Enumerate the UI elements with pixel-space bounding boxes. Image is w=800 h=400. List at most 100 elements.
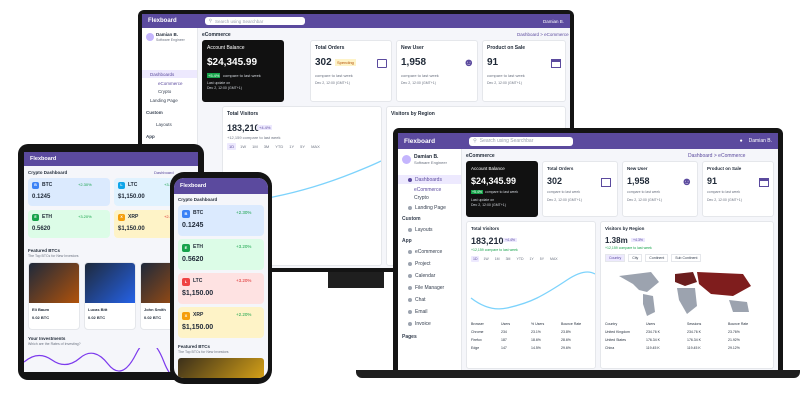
table-cell: 119.45 K <box>646 346 660 350</box>
sidebar-item-project[interactable]: Project <box>398 259 461 268</box>
breadcrumb[interactable]: Dashboard > eCommerce <box>517 32 569 37</box>
table-cell: 187 <box>501 338 507 342</box>
layouts-icon <box>408 227 412 232</box>
region-tab-sub-continent[interactable]: Sub Continent <box>671 254 702 262</box>
sidebar-item-landing[interactable]: Landing Page <box>142 96 197 104</box>
world-map <box>619 272 751 316</box>
brand-logo: Flexboard <box>404 137 436 145</box>
breadcrumb[interactable]: Dashboard <box>154 170 174 175</box>
sidebar-item-invoice[interactable]: Invoice <box>398 319 461 328</box>
coin-card-ltc[interactable]: LLTC +3.20% $1,150.00 <box>178 273 264 304</box>
coin-icon: L <box>118 182 125 189</box>
table-row: United Kingdom 234.76 K 234.76 K 23.76% <box>601 330 773 334</box>
project-icon <box>408 261 412 266</box>
table-cell: 14.5% <box>531 346 541 350</box>
range-tab-1w[interactable]: 1W <box>238 143 248 150</box>
table-cell: 28.6% <box>561 338 571 342</box>
email-icon <box>408 309 412 314</box>
sidebar-item-dashboards[interactable]: Dashboards <box>398 175 461 184</box>
range-tab-5y[interactable]: 5Y <box>538 256 546 262</box>
avatar <box>402 155 411 164</box>
range-tab-ytd[interactable]: YTD <box>273 143 285 150</box>
range-tab-3m[interactable]: 3M <box>262 143 272 150</box>
range-tab-1d[interactable]: 1D <box>227 143 237 150</box>
range-tab-max[interactable]: MAX <box>309 143 322 150</box>
coin-symbol: BTC <box>193 210 204 216</box>
region-tab-city[interactable]: City <box>628 254 643 262</box>
range-tab-1y[interactable]: 1Y <box>527 256 535 262</box>
account-balance-card: Account Balance $24,345.99 +5.4% compare… <box>202 40 284 102</box>
total-orders-card: Total Orders 302 Spending compare to las… <box>310 40 392 102</box>
brand-logo: Flexboard <box>180 183 207 189</box>
landing-icon <box>408 205 412 210</box>
coin-card-eth[interactable]: E ETH +3.20% 0.5620 <box>28 210 110 238</box>
table-cell: 176.34 K <box>687 338 702 342</box>
coin-card-eth[interactable]: E ETH +3.20% 0.5620 <box>178 239 264 270</box>
range-tab-1m[interactable]: 1M <box>493 256 502 262</box>
table-header-cell: Users <box>501 322 511 326</box>
sidebar-item-ecommerce-app[interactable]: eCommerce <box>398 247 461 256</box>
range-tab-1w[interactable]: 1W <box>481 256 490 262</box>
sidebar-item-crypto[interactable]: Crypto <box>398 194 461 201</box>
coin-symbol: LTC <box>193 278 203 284</box>
search-input[interactable]: ⚲ Search using Searchbar <box>204 17 305 25</box>
sidebar-item-email[interactable]: Email <box>398 307 461 316</box>
region-tab-country[interactable]: Country <box>605 254 626 262</box>
table-row: Firefox 187 18.6% 28.6% <box>467 338 595 342</box>
coin-icon: X <box>118 214 125 221</box>
folder-icon <box>408 285 412 290</box>
total-orders-card: Total Orders 302 compare to last week De… <box>542 161 618 217</box>
box-icon <box>601 178 611 187</box>
coin-card-btc[interactable]: B BTC +2.30% 0.1245 <box>178 205 264 236</box>
sidebar-item-file-manager[interactable]: File Manager <box>398 283 461 292</box>
coin-delta: +2.30% <box>78 182 92 187</box>
featured-title: Featured BTCs <box>28 248 61 253</box>
range-tab-ytd[interactable]: YTD <box>514 256 525 262</box>
featured-card[interactable]: Eli Baum 0.02 BTC <box>28 262 80 330</box>
admin-name[interactable]: Damian B. <box>749 138 772 144</box>
sidebar-item-layouts[interactable]: Layouts <box>398 225 461 234</box>
sidebar-item-chat[interactable]: Chat <box>398 295 461 304</box>
region-tab-continent[interactable]: Continent <box>645 254 669 262</box>
featured-name: Eli Baum <box>32 307 50 312</box>
table-header-cell: % Users <box>531 322 545 326</box>
sidebar-item-ecommerce[interactable]: eCommerce <box>142 80 197 86</box>
range-tab-1y[interactable]: 1Y <box>287 143 296 150</box>
coin-icon: B <box>182 210 190 218</box>
avatar <box>146 33 154 41</box>
chat-icon <box>408 297 412 302</box>
admin-name[interactable]: Damian B. <box>543 19 564 24</box>
coin-value: 0.5620 <box>182 256 204 263</box>
sidebar-item-ecommerce[interactable]: eCommerce <box>398 186 461 193</box>
sidebar-item-crypto[interactable]: Crypto <box>142 88 197 94</box>
coin-symbol: XRP <box>193 312 204 318</box>
breadcrumb[interactable]: Dashboard > eCommerce <box>688 153 745 159</box>
sidebar-item-dashboards[interactable]: Dashboards <box>142 70 197 78</box>
page-title: eCommerce <box>202 32 231 38</box>
sidebar-item-layouts[interactable]: Layouts <box>142 120 197 128</box>
range-tab-1d[interactable]: 1D <box>471 256 480 262</box>
featured-name: Lucas Bitt <box>88 307 108 312</box>
range-tab-max[interactable]: MAX <box>548 256 560 262</box>
sidebar-item-landing[interactable]: Landing Page <box>398 203 461 212</box>
notification-icon[interactable]: ● <box>740 138 743 144</box>
coin-card-btc[interactable]: B BTC +2.30% 0.1245 <box>28 178 110 206</box>
coin-value: 0.1245 <box>182 222 204 229</box>
sidebar-section-app: App <box>146 133 155 139</box>
range-tab-1m[interactable]: 1M <box>250 143 260 150</box>
range-tab-3m[interactable]: 3M <box>504 256 513 262</box>
coin-card-xrp[interactable]: XXRP +2.20% $1,150.00 <box>178 307 264 338</box>
phone-topbar: Flexboard <box>174 178 268 194</box>
search-placeholder: Search using Searchbar <box>214 18 264 24</box>
coin-icon: E <box>32 214 39 221</box>
table-header-cell: Browser <box>471 322 484 326</box>
table-cell: 29.12% <box>728 346 740 350</box>
box-icon <box>377 59 387 68</box>
user-name: Damian B. <box>156 32 179 37</box>
sidebar-section-app: App <box>402 238 412 244</box>
featured-card[interactable]: Lucas Bitt 0.02 BTC <box>84 262 136 330</box>
search-input[interactable]: ⚲ Search using Searchbar <box>469 136 574 146</box>
phone: Flexboard Crypto Dashboard B BTC +2.30% 0.1… <box>170 172 272 384</box>
range-tab-5y[interactable]: 5Y <box>298 143 307 150</box>
sidebar-item-calendar[interactable]: Calendar <box>398 271 461 280</box>
